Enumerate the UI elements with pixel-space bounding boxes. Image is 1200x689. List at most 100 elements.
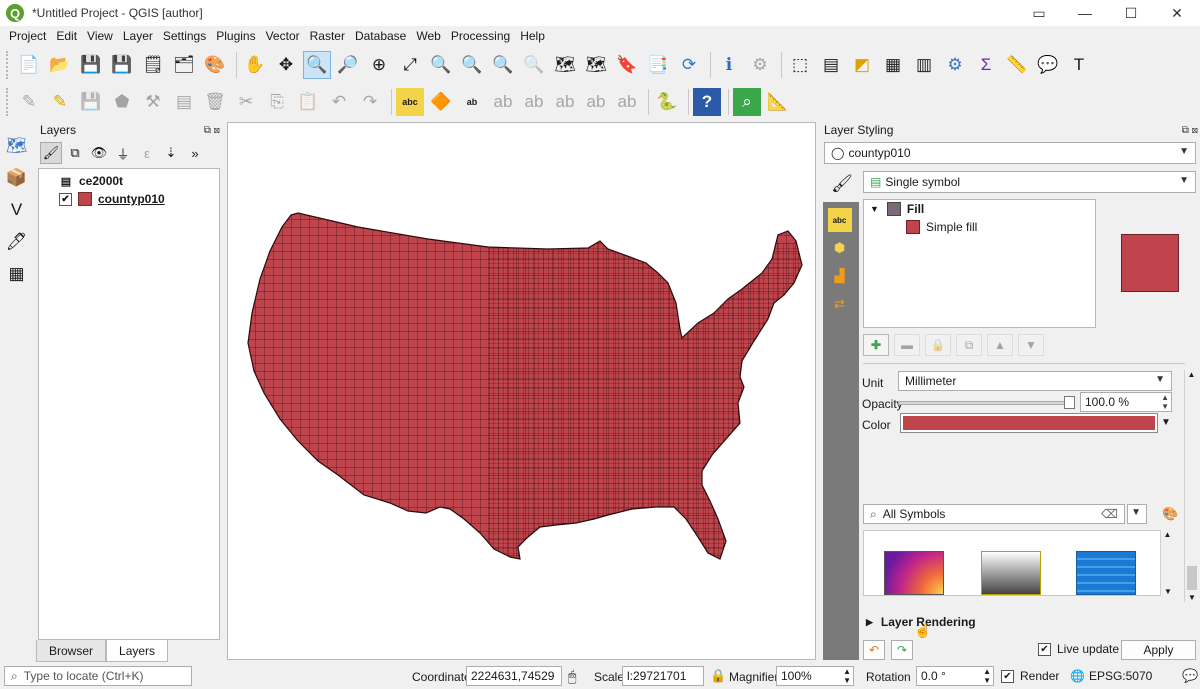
add-symbol-layer-icon[interactable]: ✚ [863,334,889,356]
new-layout-icon[interactable]: 🗒 [139,51,167,79]
filter-legend-icon[interactable]: ⏚ [112,142,134,164]
filter-expression-icon[interactable]: ε [136,142,158,164]
zoom-full-icon[interactable]: ⤢ [396,51,424,79]
locator-search-input[interactable]: ⌕ Type to locate (Ctrl+K) [4,666,192,686]
text-annotation-icon[interactable]: T [1065,51,1093,79]
zoom-selection-icon[interactable]: 🔍 [427,51,455,79]
pin-label-icon[interactable]: ab [458,88,486,116]
opacity-spinbox[interactable]: 100.0 % ▲ ▼ [1080,392,1172,412]
close-button[interactable]: ✕ [1154,0,1200,26]
menu-edit[interactable]: Edit [51,29,82,43]
menu-database[interactable]: Database [350,29,411,43]
attribute-table-icon[interactable]: ▦ [879,51,907,79]
scrollbar-thumb[interactable] [1187,566,1197,590]
move-up-icon[interactable]: ▲ [987,334,1013,356]
zoom-last-icon[interactable]: 🔍 [489,51,517,79]
scroll-up-icon[interactable]: ▲ [1185,370,1198,379]
help-icon[interactable]: ? [693,88,721,116]
statistics-icon[interactable]: ▥ [910,51,938,79]
add-group-icon[interactable]: ⧉ [64,142,86,164]
menu-project[interactable]: Project [4,29,51,43]
change-label-icon[interactable]: ab [613,88,641,116]
deselect-icon[interactable]: ◩ [848,51,876,79]
diagram-icon[interactable]: 🔶 [427,88,455,116]
clear-search-icon[interactable]: ⌫ [1101,507,1118,521]
zoom-in-icon[interactable]: 🔍 [303,51,331,79]
menu-layer[interactable]: Layer [118,29,158,43]
add-delimited-text-icon[interactable]: 🖊 [3,228,31,256]
symbology-paintbrush-icon[interactable]: 🖌 [828,170,856,198]
add-vector-layer-icon[interactable]: V [3,196,31,224]
expand-all-icon[interactable]: ⇣ [160,142,182,164]
apply-button[interactable]: Apply [1121,640,1196,660]
rotate-label-icon[interactable]: ab [582,88,610,116]
crs-button[interactable]: 🌐 EPSG:5070 [1070,669,1152,683]
toolbar-grip[interactable] [6,51,10,79]
edit-pencil-icon[interactable]: ✎ [15,88,43,116]
toolbox-gear-icon[interactable]: ⚙ [941,51,969,79]
layer-visibility-checkbox[interactable]: ✔ [59,192,72,206]
undo-style-button[interactable]: ↶ [863,640,885,660]
layout-manager-icon[interactable]: 🗂 [170,51,198,79]
panel-float-close-icon[interactable]: ⧉ ⊠ [204,125,222,136]
zoom-layer-icon[interactable]: 🔍 [458,51,486,79]
rotation-spinbox[interactable]: 0.0 ° ▲ ▼ [916,666,994,686]
save-project-icon[interactable]: 💾 [77,51,105,79]
style-manager-icon[interactable]: 🎨 [1162,506,1178,522]
cut-icon[interactable]: ✂ [232,88,260,116]
messages-icon[interactable]: 💬 [1182,668,1198,684]
lock-scale-icon[interactable]: 🔒 [710,668,726,684]
delete-icon[interactable]: 🗑 [201,88,229,116]
map-tips-icon[interactable]: 💬 [1034,51,1062,79]
move-down-icon[interactable]: ▼ [1018,334,1044,356]
menu-web[interactable]: Web [411,29,445,43]
menu-vector[interactable]: Vector [261,29,305,43]
open-data-source-manager-icon[interactable]: 🗺 [3,132,31,160]
refresh-icon[interactable]: ⟳ [675,51,703,79]
toggle-editing-icon[interactable]: ✎ [46,88,74,116]
action-icon[interactable]: ⚙ [746,51,774,79]
save-as-icon[interactable]: 💾 [108,51,136,79]
identify-icon[interactable]: ℹ [715,51,743,79]
library-scrollbar[interactable]: ▲ ▼ [1160,530,1174,596]
layer-item-ce2000t[interactable]: ▤ ce2000t [39,172,219,190]
labels-abc-icon[interactable]: abc [827,208,852,232]
measure-icon[interactable]: 📏 [1003,51,1031,79]
style-manager-icon[interactable]: 🎨 [201,51,229,79]
symbol-preset-magenta[interactable] [884,551,944,595]
menu-processing[interactable]: Processing [446,29,515,43]
python-console-icon[interactable]: 🐍 [653,88,681,116]
scale-field[interactable]: l:29721701 [622,666,704,686]
duplicate-icon[interactable]: ⧉ [956,334,982,356]
new-geopackage-layer-icon[interactable]: 📦 [3,164,31,192]
symbol-preset-gray[interactable] [981,551,1041,595]
color-dropdown-icon[interactable]: ▼ [1161,417,1171,428]
expand-triangle-icon[interactable]: ▼ [870,204,879,214]
render-checkbox[interactable]: ✔ Render [1001,669,1059,683]
3d-cube-icon[interactable]: ⬢ [828,236,852,260]
scroll-down-icon[interactable]: ▼ [1185,593,1199,602]
minimize-button[interactable]: — [1062,0,1108,26]
label-abc-icon[interactable]: abc [396,88,424,116]
xy-tools-icon[interactable]: 📐 [764,88,792,116]
menu-view[interactable]: View [82,29,118,43]
symbol-group-dropdown[interactable]: ▼ [1127,504,1147,524]
extents-toggle-icon[interactable]: 🖱 [568,668,576,685]
manage-map-themes-icon[interactable]: 👁 [88,142,110,164]
live-update-checkbox[interactable]: ✔ Live update [1038,642,1119,656]
move-label-icon[interactable]: ab [551,88,579,116]
checkbox-check-icon[interactable]: ✔ [1038,642,1051,656]
paste-icon[interactable]: 📋 [294,88,322,116]
renderer-combo[interactable]: ▤ Single symbol ▼ [863,171,1196,193]
opacity-slider-handle[interactable] [1064,396,1075,409]
spin-arrows-icon[interactable]: ▲ ▼ [843,667,851,685]
highlight-pinned-icon[interactable]: ab [489,88,517,116]
select-by-value-icon[interactable]: ▤ [817,51,845,79]
symbol-tree-fill[interactable]: ▼ Fill [864,200,1095,218]
fill-color-button[interactable] [900,413,1158,433]
new-project-icon[interactable]: 📄 [15,51,43,79]
history-icon[interactable]: ⇄ [828,292,852,316]
bookmark-icon[interactable]: 🔖 [613,51,641,79]
more-chevron-icon[interactable]: » [184,142,206,164]
checkbox-check-icon[interactable]: ✔ [1001,669,1014,683]
